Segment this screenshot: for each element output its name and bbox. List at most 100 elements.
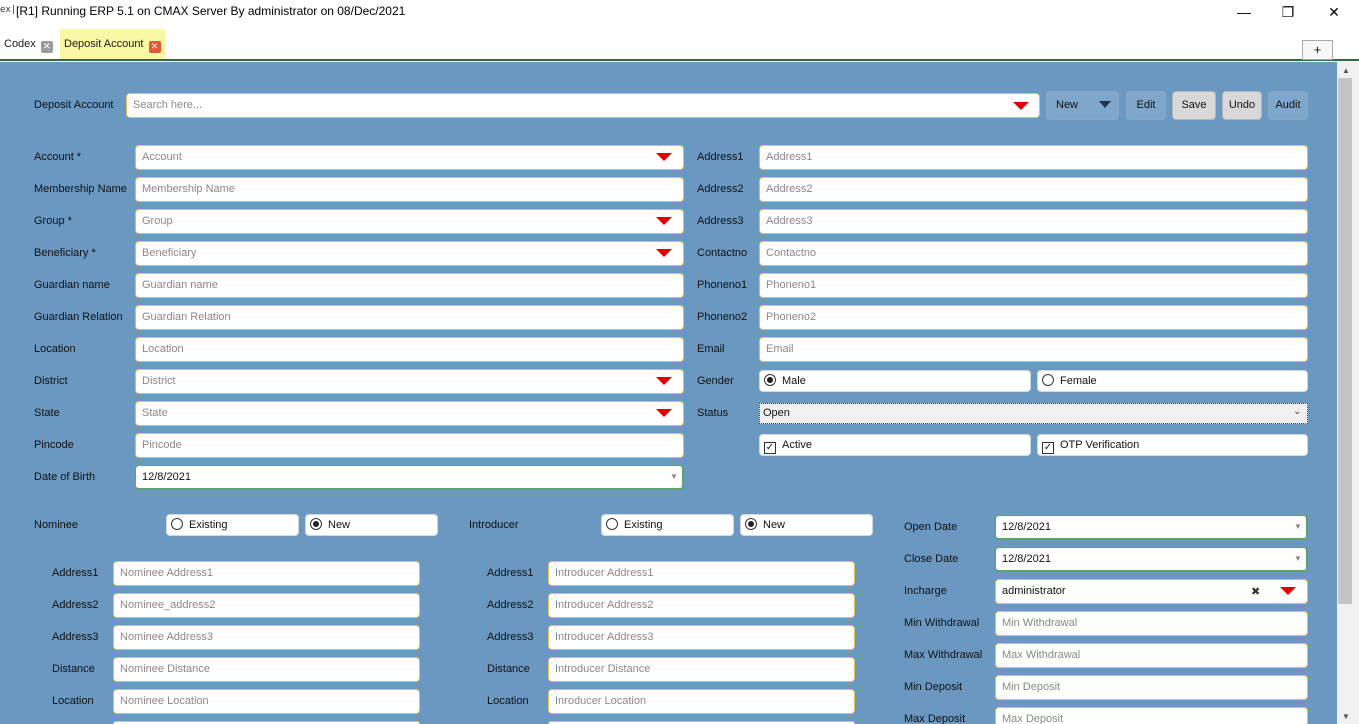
email-input[interactable]: Email [759,337,1308,362]
date-dropdown-icon[interactable]: ▼ [1294,522,1302,531]
search-input[interactable]: Search here... [126,93,1040,118]
group-select[interactable]: Group [135,209,684,234]
beneficiary-label: Beneficiary * [34,247,96,259]
edit-button[interactable]: Edit [1126,91,1166,120]
scroll-down-icon[interactable]: ▼ [1339,712,1353,721]
address3-input[interactable]: Address3 [759,209,1308,234]
gender-label: Gender [697,375,734,387]
beneficiary-select[interactable]: Beneficiary [135,241,684,266]
close-window-button[interactable]: ✕ [1311,0,1357,24]
undo-button[interactable]: Undo [1222,91,1262,120]
gender-male-radio[interactable]: Male [759,370,1031,392]
dropdown-arrow-icon[interactable] [656,377,672,385]
add-tab-button[interactable]: + [1302,40,1333,60]
state-label: State [34,407,60,419]
audit-button[interactable]: Audit [1268,91,1308,120]
nominee-address1-input[interactable]: Nominee Address1 [113,561,420,586]
clear-icon[interactable]: ✖ [1251,585,1260,598]
tab-close-icon[interactable]: ✕ [40,41,53,53]
max-withdrawal-label: Max Withdrawal [904,649,983,661]
dropdown-arrow-icon[interactable] [1013,102,1029,110]
tab-label: Codex [4,38,36,50]
nominee-existing-radio[interactable]: Existing [166,514,299,536]
account-select[interactable]: Account [135,145,684,170]
district-select[interactable]: District [135,369,684,394]
dropdown-arrow-icon[interactable] [1280,587,1296,595]
open-date-picker[interactable]: 12/8/2021 [995,515,1308,540]
max-withdrawal-input[interactable]: Max Withdrawal [995,643,1308,668]
dropdown-arrow-icon[interactable] [656,409,672,417]
guardian-name-input[interactable]: Guardian name [135,273,684,298]
max-deposit-input[interactable]: Max Deposit [995,707,1308,724]
radio-selected-icon[interactable] [764,374,776,386]
phoneno1-label: Phoneno1 [697,279,748,291]
nominee-address2-label: Address2 [52,599,99,611]
introducer-address2-input[interactable]: Introducer Address2 [548,593,855,618]
tab-close-icon[interactable]: ✕ [148,41,161,53]
radio-selected-icon[interactable] [310,518,322,530]
phoneno1-input[interactable]: Phoneno1 [759,273,1308,298]
date-dropdown-icon[interactable]: ▼ [1294,554,1302,563]
min-withdrawal-input[interactable]: Min Withdrawal [995,611,1308,636]
dropdown-arrow-icon[interactable] [656,249,672,257]
date-dropdown-icon[interactable]: ▼ [670,472,678,481]
gender-female-radio[interactable]: Female [1037,370,1308,392]
introducer-address3-input[interactable]: Introducer Address3 [548,625,855,650]
scroll-up-icon[interactable]: ▲ [1339,66,1353,75]
location-input[interactable]: Location [135,337,684,362]
nominee-location-input[interactable]: Nominee Location [113,689,420,714]
dropdown-arrow-icon[interactable] [656,153,672,161]
tab-label: Deposit Account [64,38,144,50]
maximize-button[interactable]: ❐ [1265,0,1311,24]
status-select[interactable]: Open [759,403,1308,424]
pincode-label: Pincode [34,439,74,451]
phoneno2-input[interactable]: Phoneno2 [759,305,1308,330]
introducer-distance-input[interactable]: Introducer Distance [548,657,855,682]
close-date-picker[interactable]: 12/8/2021 [995,547,1308,572]
phoneno2-label: Phoneno2 [697,311,748,323]
address1-input[interactable]: Address1 [759,145,1308,170]
introducer-new-radio[interactable]: New [740,514,873,536]
address2-input[interactable]: Address2 [759,177,1308,202]
pincode-input[interactable]: Pincode [135,433,684,458]
radio-icon[interactable] [606,518,618,530]
membership-name-label: Membership Name [34,183,127,195]
otp-verification-checkbox[interactable]: ✓ OTP Verification [1037,434,1308,456]
dropdown-arrow-icon[interactable] [656,217,672,225]
nominee-address2-input[interactable]: Nominee_address2 [113,593,420,618]
introducer-address1-input[interactable]: Introducer Address1 [548,561,855,586]
nominee-address3-input[interactable]: Nominee Address3 [113,625,420,650]
state-select[interactable]: State [135,401,684,426]
tab-deposit-account[interactable]: Deposit Account ✕ [60,29,165,59]
nominee-distance-input[interactable]: Nominee Distance [113,657,420,682]
chevron-down-icon[interactable]: ⌄ [1293,406,1301,417]
nominee-address3-label: Address3 [52,631,99,643]
active-checkbox[interactable]: ✓ Active [759,434,1031,456]
introducer-address3-label: Address3 [487,631,534,643]
district-label: District [34,375,68,387]
tab-codex[interactable]: Codex ✕ [0,29,57,59]
introducer-label: Introducer [469,519,519,531]
minimize-button[interactable]: — [1221,0,1267,24]
nominee-new-radio[interactable]: New [305,514,438,536]
radio-icon[interactable] [171,518,183,530]
app-icon: ex| [0,5,17,15]
scroll-thumb[interactable] [1338,78,1352,604]
date-of-birth-picker[interactable]: 12/8/2021 [135,465,684,490]
membership-name-input[interactable]: Membership Name [135,177,684,202]
guardian-relation-input[interactable]: Guardian Relation [135,305,684,330]
introducer-existing-radio[interactable]: Existing [601,514,734,536]
save-button[interactable]: Save [1172,91,1216,120]
checkbox-checked-icon[interactable]: ✓ [1042,442,1054,454]
contactno-label: Contactno [697,247,748,259]
min-deposit-input[interactable]: Min Deposit [995,675,1308,700]
incharge-select[interactable]: administrator [995,579,1308,604]
new-button[interactable]: New [1046,91,1119,120]
contactno-input[interactable]: Contactno [759,241,1308,266]
email-label: Email [697,343,725,355]
checkbox-checked-icon[interactable]: ✓ [764,442,776,454]
radio-icon[interactable] [1042,374,1054,386]
chevron-down-icon[interactable] [1099,101,1111,108]
radio-selected-icon[interactable] [745,518,757,530]
introducer-location-input[interactable]: Inroducer Location [548,689,855,714]
